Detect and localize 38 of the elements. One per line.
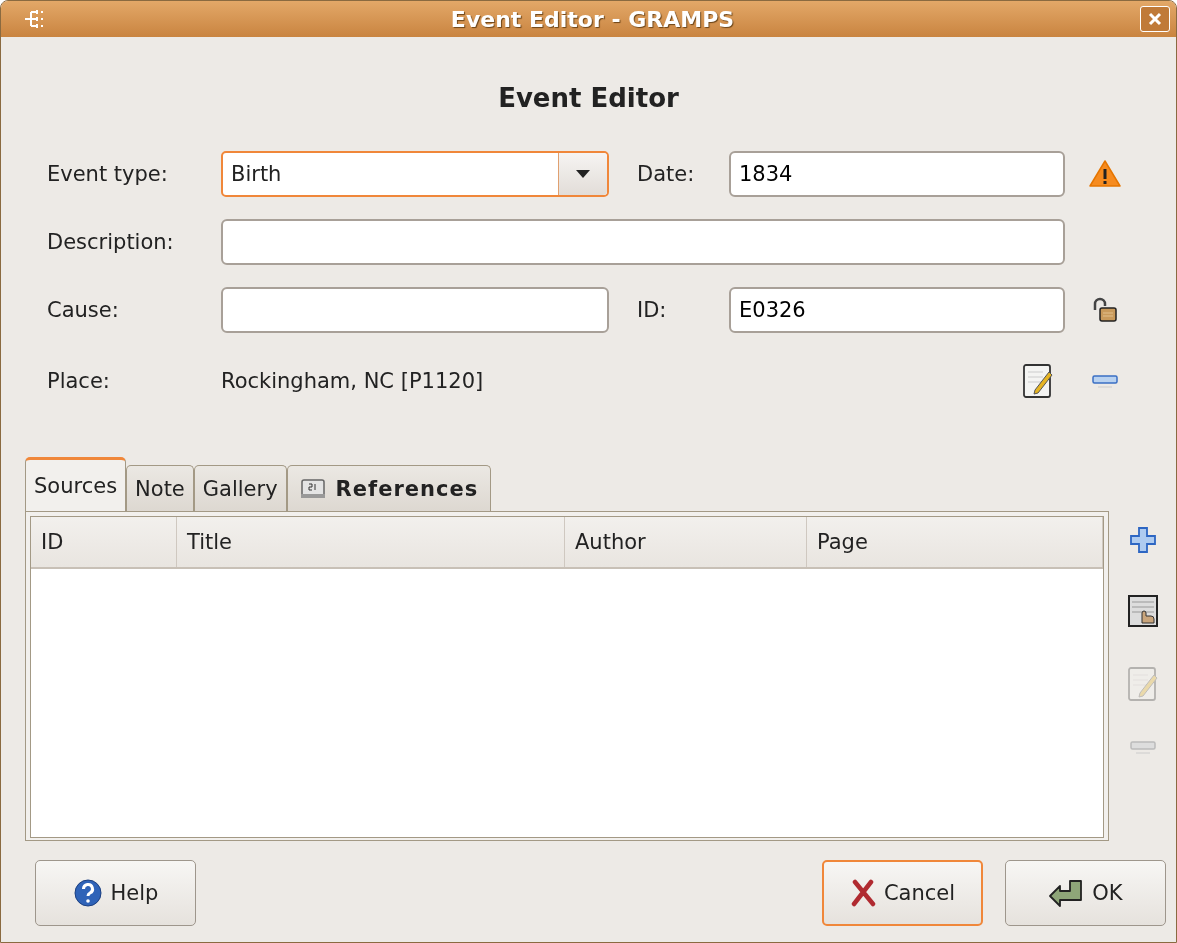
place-value: Rockingham, NC [P1120] — [221, 369, 485, 393]
column-header[interactable]: Page — [807, 517, 1103, 567]
caret-icon[interactable] — [576, 170, 590, 178]
remove-icon[interactable] — [1090, 373, 1120, 389]
column-header[interactable]: ID — [31, 517, 177, 567]
ok-button[interactable]: OK — [1005, 860, 1166, 926]
column-header[interactable]: Title — [177, 517, 565, 567]
arrow-icon — [1048, 878, 1085, 908]
cancel-button[interactable]: Cancel — [822, 860, 983, 926]
help-button[interactable]: Help — [35, 860, 196, 926]
cross-icon — [849, 879, 876, 907]
list-hand-icon[interactable] — [1125, 593, 1160, 629]
unlocked-padlock-icon[interactable] — [1091, 296, 1119, 324]
field-label: Description: — [47, 230, 175, 254]
warning-icon — [1088, 159, 1122, 189]
calendar-icon — [299, 477, 326, 500]
app-icon — [23, 8, 45, 30]
tab[interactable]: Sources — [25, 457, 127, 511]
tab[interactable]: Note — [126, 465, 194, 511]
field-label: Cause: — [47, 298, 120, 322]
event-type-combo[interactable]: Birth — [221, 151, 609, 197]
tab[interactable]: Gallery — [193, 465, 287, 511]
close-icon — [1147, 11, 1163, 27]
date-field[interactable]: 1834 — [729, 151, 1065, 197]
tab[interactable]: References — [286, 465, 492, 511]
field-label: Event type: — [47, 162, 169, 186]
id-field[interactable]: E0326 — [729, 287, 1065, 333]
field-label: Date: — [637, 162, 696, 186]
close-button[interactable] — [1140, 6, 1170, 32]
field-label: Place: — [47, 368, 111, 395]
window-title: Event Editor - GRAMPS — [449, 6, 736, 32]
dialog-heading: Event Editor — [497, 83, 680, 113]
edit-icon[interactable] — [1021, 362, 1055, 400]
field-label: ID: — [637, 298, 668, 322]
description-field[interactable] — [221, 219, 1065, 265]
column-header[interactable]: Author — [565, 517, 807, 567]
cause-field[interactable] — [221, 287, 609, 333]
help-icon — [72, 878, 103, 908]
